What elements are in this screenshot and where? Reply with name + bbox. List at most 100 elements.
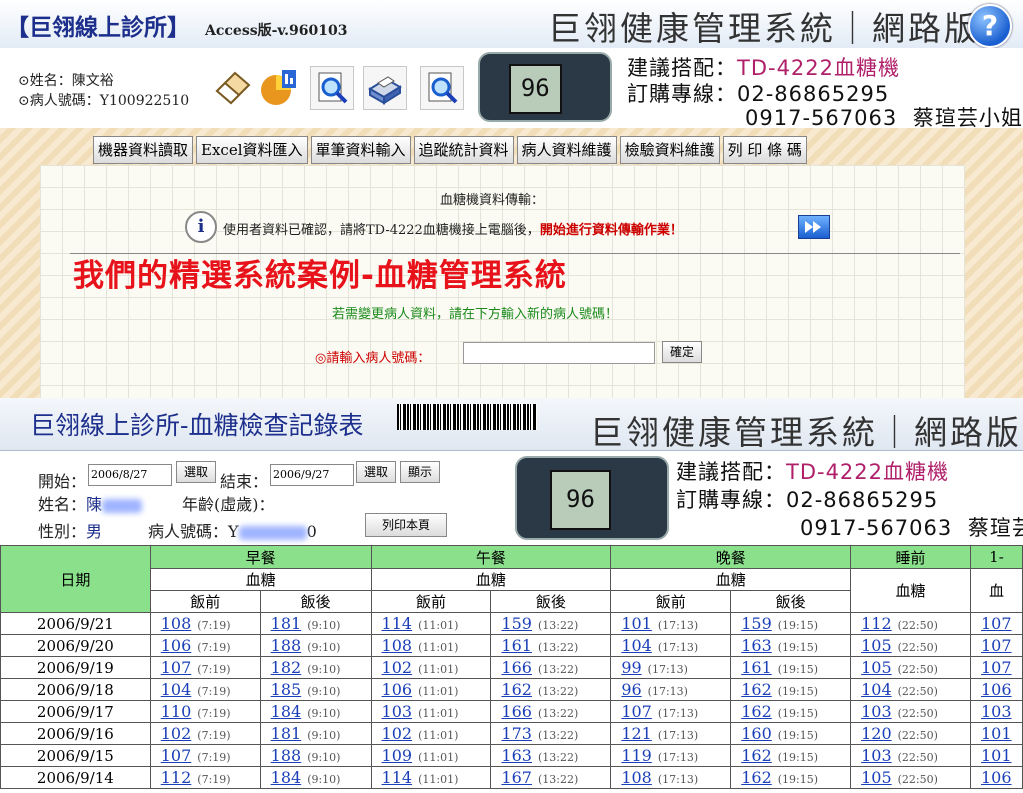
glucose-value-link[interactable]: 107 xyxy=(981,658,1012,677)
glucose-value-link[interactable]: 109 xyxy=(382,746,413,765)
glucose-value-link[interactable]: 160 xyxy=(741,724,772,743)
reading-time: (19:15) xyxy=(777,641,819,654)
printer-icon[interactable] xyxy=(363,66,407,110)
glucose-value-link[interactable]: 104 xyxy=(621,636,652,655)
patient-id-input[interactable] xyxy=(463,342,655,364)
glucose-value-link[interactable]: 99 xyxy=(621,658,641,677)
reading-cell: 112 (22:50) xyxy=(850,612,971,635)
glucose-value-link[interactable]: 162 xyxy=(501,680,532,699)
glucose-value-link[interactable]: 188 xyxy=(271,746,302,765)
end-date-input[interactable]: 2006/9/27 xyxy=(270,464,354,486)
start-transfer-icon[interactable] xyxy=(798,215,830,239)
glucose-value-link[interactable]: 104 xyxy=(861,680,892,699)
glucose-value-link[interactable]: 166 xyxy=(501,702,532,721)
start-date-input[interactable]: 2006/8/27 xyxy=(88,464,172,486)
glucose-value-link[interactable]: 161 xyxy=(501,636,532,655)
glucose-value-link[interactable]: 184 xyxy=(271,768,302,787)
glucose-value-link[interactable]: 163 xyxy=(501,746,532,765)
glucose-value-link[interactable]: 101 xyxy=(981,724,1012,743)
glucose-value-link[interactable]: 161 xyxy=(741,658,772,677)
glucose-value-link[interactable]: 105 xyxy=(861,768,892,787)
glucose-value-link[interactable]: 181 xyxy=(271,614,302,633)
glucose-value-link[interactable]: 101 xyxy=(621,614,652,633)
glucose-value-link[interactable]: 106 xyxy=(981,680,1012,699)
glucose-value-link[interactable]: 105 xyxy=(861,636,892,655)
glucose-value-link[interactable]: 107 xyxy=(981,636,1012,655)
show-button[interactable]: 顯示 xyxy=(400,461,440,483)
glucose-value-link[interactable]: 120 xyxy=(861,724,892,743)
glucose-value-link[interactable]: 182 xyxy=(271,658,302,677)
glucose-value-link[interactable]: 104 xyxy=(161,680,192,699)
glucose-value-link[interactable]: 106 xyxy=(981,768,1012,787)
glucose-value-link[interactable]: 101 xyxy=(981,746,1012,765)
start-select-button[interactable]: 選取 xyxy=(176,461,216,483)
chart-icon[interactable] xyxy=(258,66,300,108)
glucose-value-link[interactable]: 173 xyxy=(501,724,532,743)
confirm-button[interactable]: 確定 xyxy=(662,341,702,363)
glucose-value-link[interactable]: 110 xyxy=(161,702,192,721)
reading-cell: 104 (22:50) xyxy=(850,678,971,701)
meal-header-dinner: 晚餐 xyxy=(610,545,852,569)
glucose-value-link[interactable]: 181 xyxy=(271,724,302,743)
glucose-value-link[interactable]: 108 xyxy=(382,636,413,655)
glucose-value-link[interactable]: 102 xyxy=(161,724,192,743)
glucose-value-link[interactable]: 105 xyxy=(861,658,892,677)
menu-lab-maint[interactable]: 檢驗資料維護 xyxy=(619,136,720,164)
glucose-value-link[interactable]: 162 xyxy=(741,702,772,721)
glucose-value-link[interactable]: 114 xyxy=(382,768,413,787)
glucose-value-link[interactable]: 162 xyxy=(741,680,772,699)
sex-value: 男 xyxy=(86,522,103,541)
glucose-value-link[interactable]: 121 xyxy=(621,724,652,743)
glucose-value-link[interactable]: 114 xyxy=(382,614,413,633)
glucose-value-link[interactable]: 96 xyxy=(621,680,641,699)
menu-print-barcode[interactable]: 列 印 條 碼 xyxy=(722,136,807,164)
reading-time: (13:22) xyxy=(537,773,579,786)
help-icon[interactable]: ? xyxy=(968,4,1012,48)
glucose-value-link[interactable]: 103 xyxy=(981,702,1012,721)
menu-read-device[interactable]: 機器資料讀取 xyxy=(93,136,194,164)
glucose-value-link[interactable]: 159 xyxy=(501,614,532,633)
glucose-value-link[interactable]: 108 xyxy=(621,768,652,787)
glucose-value-link[interactable]: 159 xyxy=(741,614,772,633)
menu-excel-import[interactable]: Excel資料匯入 xyxy=(196,136,308,164)
menu-single-entry[interactable]: 單筆資料輸入 xyxy=(310,136,411,164)
glucose-value-link[interactable]: 162 xyxy=(741,746,772,765)
reading-cell: 162 (19:15) xyxy=(730,766,852,789)
glucose-value-link[interactable]: 108 xyxy=(161,614,192,633)
glucose-value-link[interactable]: 184 xyxy=(271,702,302,721)
reading-time: (11:01) xyxy=(418,729,459,742)
end-select-button[interactable]: 選取 xyxy=(356,461,396,483)
reading-time: (11:01) xyxy=(418,641,459,654)
glucose-value-link[interactable]: 102 xyxy=(382,724,413,743)
glucose-value-link[interactable]: 107 xyxy=(161,658,192,677)
glucose-value-link[interactable]: 112 xyxy=(861,614,892,633)
reading-cell: 106 (7:19) xyxy=(149,634,261,657)
glucose-value-link[interactable]: 107 xyxy=(981,614,1012,633)
print-page-button[interactable]: 列印本頁 xyxy=(365,513,447,537)
eraser-icon[interactable] xyxy=(212,66,254,108)
glucose-value-link[interactable]: 103 xyxy=(382,702,413,721)
glucose-value-link[interactable]: 162 xyxy=(741,768,772,787)
glucose-value-link[interactable]: 103 xyxy=(861,702,892,721)
glucose-value-link[interactable]: 185 xyxy=(271,680,302,699)
reading-cell: 108 (17:13) xyxy=(610,766,732,789)
promo-banner: 我們的精選系統案例-血糖管理系統 xyxy=(73,258,567,294)
glucose-value-link[interactable]: 166 xyxy=(501,658,532,677)
table-row: 2006/9/15 107 (7:19) 188 (9:10) 109 (11:01) 163… xyxy=(0,744,1023,767)
glucose-value-link[interactable]: 163 xyxy=(741,636,772,655)
glucose-value-link[interactable]: 106 xyxy=(161,636,192,655)
menu-patient-maint[interactable]: 病人資料維護 xyxy=(516,136,617,164)
glucose-value-link[interactable]: 102 xyxy=(382,658,413,677)
glucose-value-link[interactable]: 106 xyxy=(382,680,413,699)
glucose-value-link[interactable]: 119 xyxy=(621,746,652,765)
glucose-value-link[interactable]: 107 xyxy=(161,746,192,765)
glucose-value-link[interactable]: 188 xyxy=(271,636,302,655)
glucose-value-link[interactable]: 112 xyxy=(161,768,192,787)
glucose-value-link[interactable]: 103 xyxy=(861,746,892,765)
search-icon[interactable] xyxy=(420,66,464,110)
glucose-value-link[interactable]: 167 xyxy=(501,768,532,787)
menu-tracking-stats[interactable]: 追蹤統計資料 xyxy=(413,136,514,164)
preview-icon[interactable] xyxy=(310,66,354,110)
glucose-value-link[interactable]: 107 xyxy=(621,702,652,721)
reading-cell: 102 (11:01) xyxy=(370,722,492,745)
